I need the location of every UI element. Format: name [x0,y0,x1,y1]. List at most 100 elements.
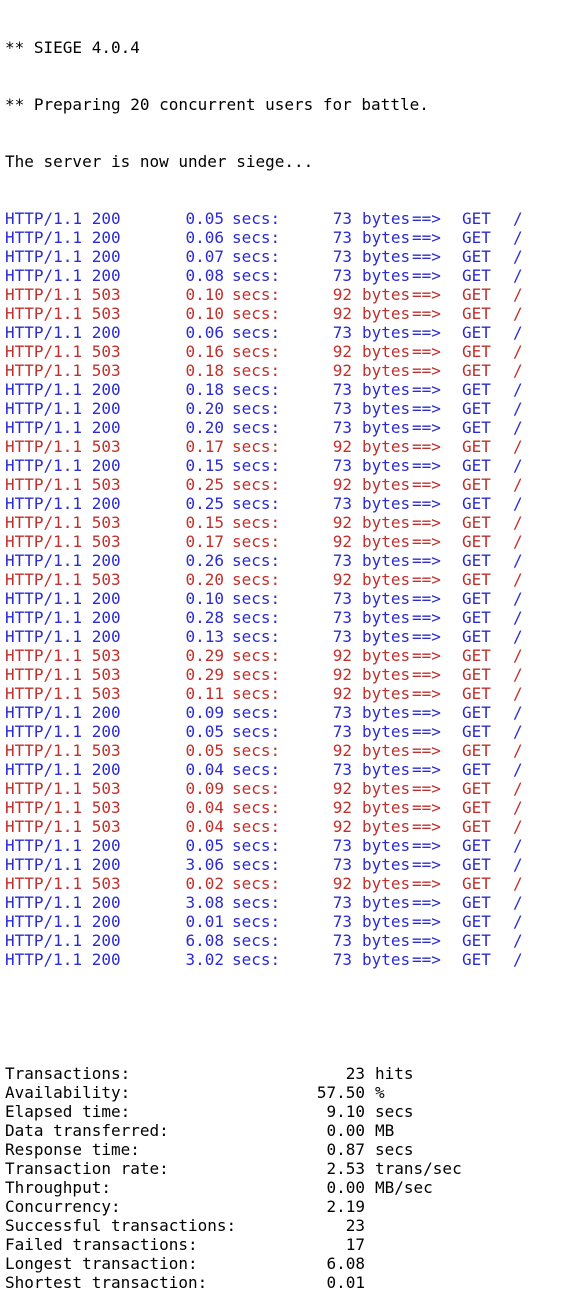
request-line: HTTP/1.1 200 0.15 secs: 73 bytes ==> GET / [5,456,523,475]
response-bytes: 92 [332,437,352,456]
bytes-label: bytes [362,456,411,475]
request-path: / [513,855,523,874]
request-line: HTTP/1.1 503 0.25 secs: 92 bytes ==> GET / [5,475,523,494]
response-bytes: 92 [332,570,352,589]
bytes-label: bytes [362,266,411,285]
http-status: HTTP/1.1 503 [5,646,121,665]
time-unit: secs: [232,228,281,247]
response-time: 0.25 [185,475,224,494]
request-line: HTTP/1.1 200 0.04 secs: 73 bytes ==> GET / [5,760,523,779]
request-path: / [513,361,523,380]
http-status: HTTP/1.1 503 [5,437,121,456]
response-bytes: 73 [332,209,352,228]
response-time: 0.06 [185,323,224,342]
request-path: / [513,399,523,418]
time-unit: secs: [232,342,281,361]
http-method: GET [462,247,491,266]
http-status: HTTP/1.1 503 [5,798,121,817]
request-path: / [513,266,523,285]
response-time: 0.25 [185,494,224,513]
bytes-label: bytes [362,836,411,855]
request-line: HTTP/1.1 503 0.15 secs: 92 bytes ==> GET / [5,513,523,532]
bytes-label: bytes [362,608,411,627]
bytes-label: bytes [362,361,411,380]
arrow: ==> [412,741,441,760]
summary-unit: secs [375,1140,414,1159]
summary-line: Transactions: 23 hits [5,1064,523,1083]
request-path: / [513,874,523,893]
time-unit: secs: [232,551,281,570]
response-time: 0.18 [185,361,224,380]
request-line: HTTP/1.1 200 0.20 secs: 73 bytes ==> GET / [5,418,523,437]
summary-value: 0.87 [326,1140,365,1159]
http-method: GET [462,494,491,513]
arrow: ==> [412,722,441,741]
http-status: HTTP/1.1 200 [5,722,121,741]
http-method: GET [462,874,491,893]
time-unit: secs: [232,247,281,266]
siege-summary: Transactions: 23 hits Availability: 57.50% El… [5,1064,523,1292]
time-unit: secs: [232,532,281,551]
bytes-label: bytes [362,551,411,570]
arrow: ==> [412,589,441,608]
http-status: HTTP/1.1 200 [5,703,121,722]
http-status: HTTP/1.1 200 [5,380,121,399]
http-status: HTTP/1.1 503 [5,532,121,551]
arrow: ==> [412,494,441,513]
response-bytes: 73 [332,855,352,874]
summary-value: 57.50 [316,1083,365,1102]
summary-label: Successful transactions: [5,1216,237,1235]
response-time: 0.08 [185,266,224,285]
http-method: GET [462,912,491,931]
response-time: 0.29 [185,646,224,665]
summary-unit: secs [375,1102,414,1121]
request-path: / [513,741,523,760]
arrow: ==> [412,342,441,361]
bytes-label: bytes [362,684,411,703]
response-time: 3.06 [185,855,224,874]
request-line: HTTP/1.1 503 0.10 secs: 92 bytes ==> GET / [5,304,523,323]
bytes-label: bytes [362,323,411,342]
time-unit: secs: [232,589,281,608]
bytes-label: bytes [362,874,411,893]
time-unit: secs: [232,722,281,741]
http-method: GET [462,760,491,779]
bytes-label: bytes [362,589,411,608]
http-status: HTTP/1.1 200 [5,931,121,950]
http-status: HTTP/1.1 200 [5,608,121,627]
siege-version-line: ** SIEGE 4.0.4 [5,38,140,57]
http-status: HTTP/1.1 503 [5,304,121,323]
response-bytes: 73 [332,760,352,779]
http-method: GET [462,513,491,532]
summary-value: 0.01 [326,1273,365,1292]
request-line: HTTP/1.1 503 0.11 secs: 92 bytes ==> GET / [5,684,523,703]
request-path: / [513,912,523,931]
arrow: ==> [412,399,441,418]
bytes-label: bytes [362,855,411,874]
http-status: HTTP/1.1 200 [5,627,121,646]
request-path: / [513,703,523,722]
request-path: / [513,456,523,475]
arrow: ==> [412,380,441,399]
request-path: / [513,893,523,912]
summary-value: 2.53 [326,1159,365,1178]
summary-label: Data transferred: [5,1121,169,1140]
time-unit: secs: [232,779,281,798]
request-path: / [513,380,523,399]
http-status: HTTP/1.1 503 [5,665,121,684]
http-method: GET [462,570,491,589]
http-status: HTTP/1.1 200 [5,912,121,931]
request-line: HTTP/1.1 200 6.08 secs: 73 bytes ==> GET / [5,931,523,950]
http-status: HTTP/1.1 200 [5,855,121,874]
response-time: 0.06 [185,228,224,247]
request-line: HTTP/1.1 503 0.29 secs: 92 bytes ==> GET / [5,646,523,665]
arrow: ==> [412,456,441,475]
request-line: HTTP/1.1 503 0.05 secs: 92 bytes ==> GET / [5,741,523,760]
response-bytes: 73 [332,494,352,513]
summary-value: 23 [345,1064,365,1083]
time-unit: secs: [232,437,281,456]
response-time: 0.29 [185,665,224,684]
time-unit: secs: [232,646,281,665]
time-unit: secs: [232,798,281,817]
request-path: / [513,950,523,969]
